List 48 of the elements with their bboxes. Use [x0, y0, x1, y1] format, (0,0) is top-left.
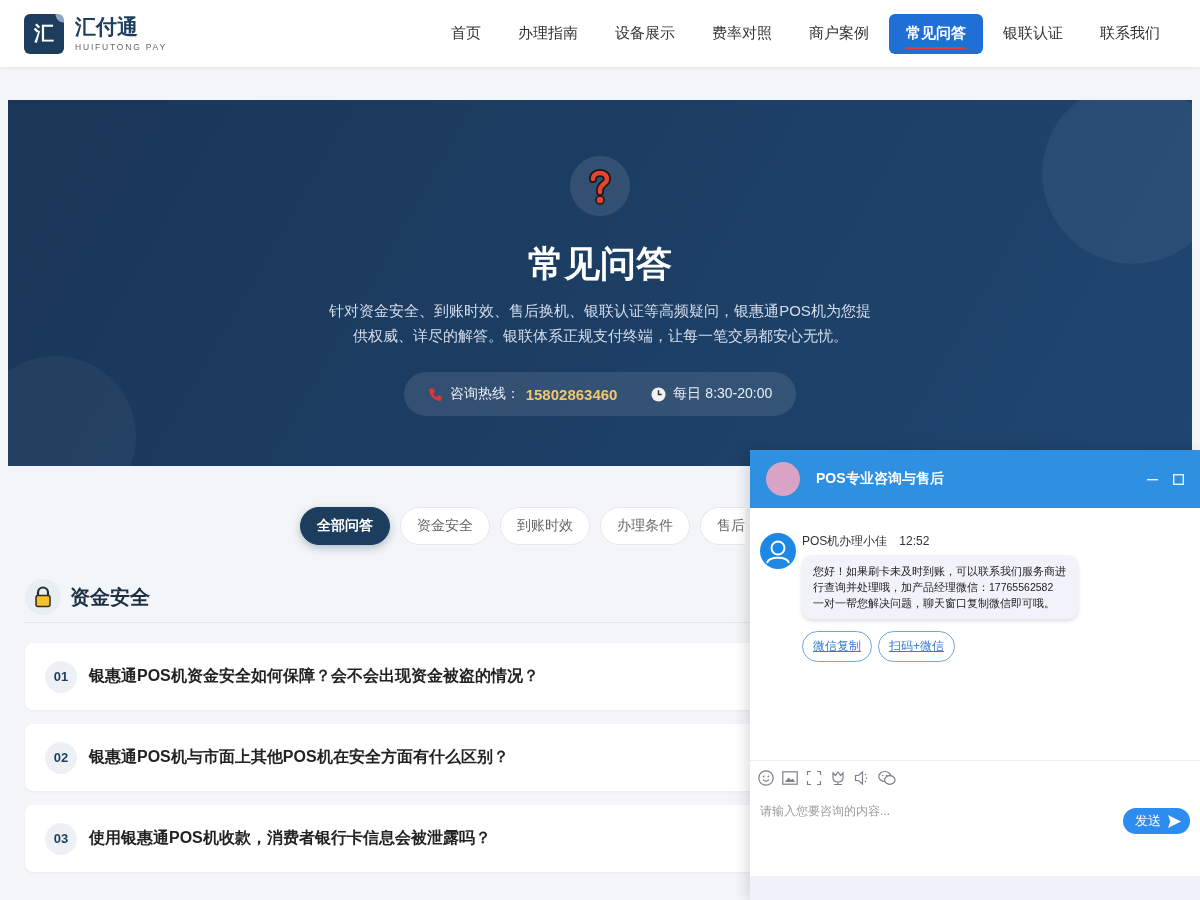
nav-link[interactable]: 费率对照 — [695, 13, 789, 54]
logo-tagline: HUIFUTONG PAY — [75, 41, 167, 53]
filter-tab[interactable]: 资金安全 — [400, 507, 490, 545]
emoji-icon[interactable] — [758, 770, 774, 786]
sender-name: POS机办理小佳 — [802, 533, 888, 549]
phone-icon — [427, 386, 443, 402]
question-number: 01 — [45, 660, 77, 693]
fullscreen-icon[interactable] — [806, 770, 822, 786]
lock-icon — [25, 579, 61, 615]
nav-link[interactable]: 常见问答 — [889, 13, 983, 54]
logo-name: 汇付通 — [75, 14, 139, 39]
clock-icon — [651, 386, 667, 402]
nav-link[interactable]: 联系我们 — [1083, 13, 1177, 54]
quick-reply-button[interactable]: 扫码+微信 — [878, 631, 955, 662]
logo-mark[interactable]: 汇 — [24, 13, 64, 54]
question-text[interactable]: 银惠通POS机资金安全如何保障？会不会出现资金被盗的情况？ — [89, 666, 539, 687]
nav-link[interactable]: 首页 — [434, 13, 498, 54]
hotline-number[interactable]: 15802863460 — [525, 385, 618, 403]
nav-link[interactable]: 设备展示 — [598, 13, 692, 54]
send-icon — [1167, 813, 1182, 829]
section-title: 资金安全 — [70, 584, 150, 610]
hero-description: 针对资金安全、到账时效、售后换机、银联认证等高频疑问，银惠通POS机为您提供权威、详尽的解答。银联体系正规支付终端，让每一笔交易都安心无忧。 — [328, 301, 872, 346]
filter-tab[interactable]: 全部问答 — [300, 507, 390, 545]
question-number: 03 — [45, 822, 77, 855]
question-text[interactable]: 银惠通POS机与市面上其他POS机在安全方面有什么区别？ — [89, 747, 509, 768]
message-bubble: 您好！如果刷卡未及时到账，可以联系我们服务商进行查询并处理哦，加产品经理微信：17765562582 一对一帮您解决问题，聊天窗口复制微信即可哦。 — [802, 555, 1078, 619]
speaker-icon[interactable] — [854, 770, 870, 786]
support-avatar — [760, 533, 796, 569]
filter-tab[interactable]: 售后 — [700, 507, 745, 545]
quick-reply-button[interactable]: 微信复制 — [802, 631, 872, 662]
question-number: 02 — [45, 741, 77, 774]
agent-avatar — [766, 462, 800, 496]
message-time: 12:52 — [899, 533, 930, 549]
nav-link[interactable]: 银联认证 — [986, 13, 1080, 54]
chat-title: POS专业咨询与售后 — [816, 470, 944, 488]
nav-link[interactable]: 办理指南 — [501, 13, 595, 54]
question-text[interactable]: 使用银惠通POS机收款，消费者银行卡信息会被泄露吗？ — [89, 828, 491, 849]
flower-icon[interactable] — [830, 770, 846, 786]
filter-tab[interactable]: 办理条件 — [600, 507, 690, 545]
question-mark-icon — [570, 156, 630, 216]
hero-title: 常见问答 — [528, 242, 672, 286]
wechat-icon[interactable] — [878, 770, 896, 786]
filter-tab[interactable]: 到账时效 — [500, 507, 590, 545]
maximize-icon[interactable] — [1173, 473, 1184, 485]
hotline-label: 咨询热线： — [449, 385, 520, 403]
service-hours: 每日 8:30-20:00 — [673, 385, 773, 403]
nav-link[interactable]: 商户案例 — [792, 13, 886, 54]
image-icon[interactable] — [782, 770, 798, 786]
